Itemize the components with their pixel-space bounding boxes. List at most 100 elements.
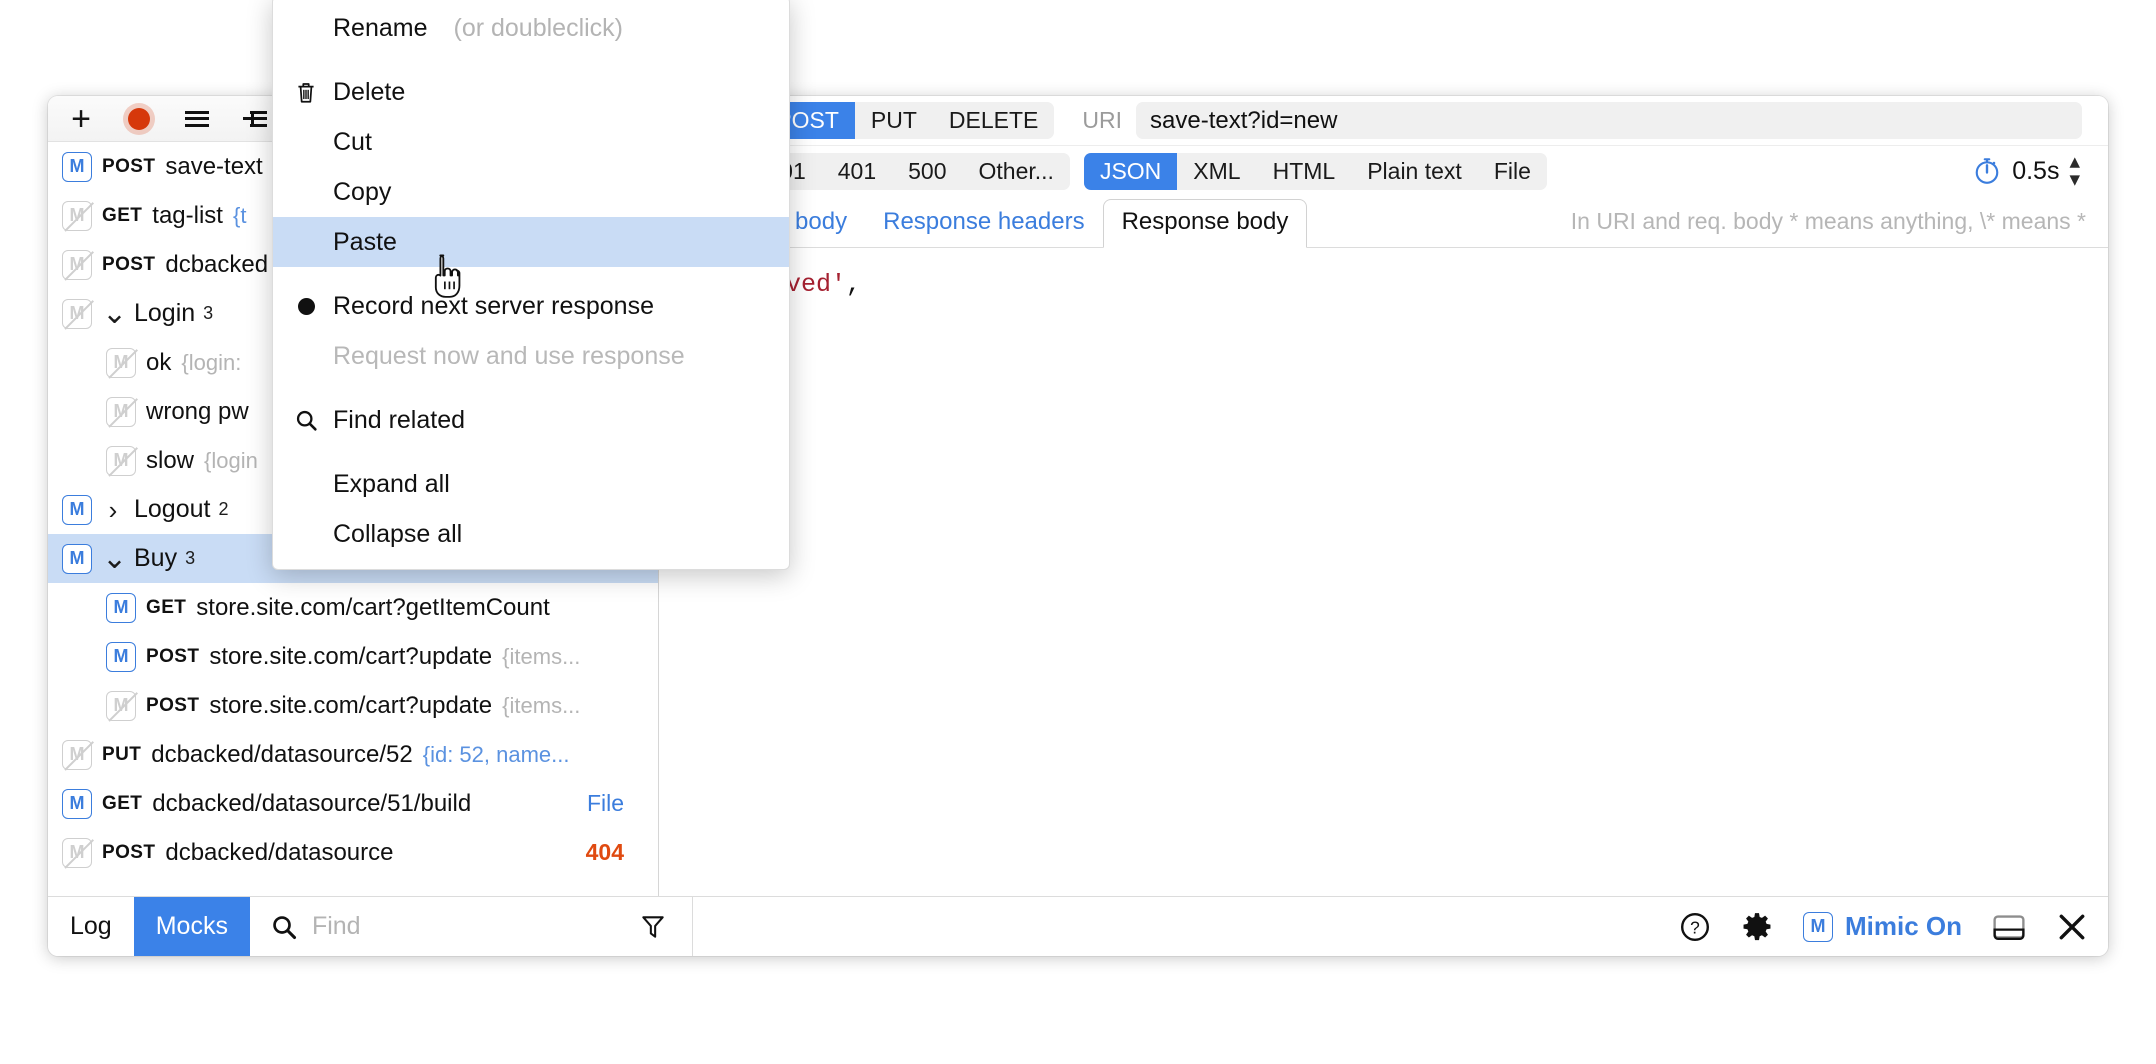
menu-item-find-related[interactable]: Find related [273, 395, 789, 445]
format-plain-text[interactable]: Plain text [1351, 153, 1478, 190]
status-bar-divider [691, 896, 693, 956]
menu-item-label: Collapse all [333, 519, 463, 548]
bottom-tab-log[interactable]: Log [48, 897, 134, 957]
mock-toggle-badge-icon[interactable]: M [106, 641, 136, 672]
flat-list-view-button[interactable] [182, 104, 212, 134]
row-http-method: POST [146, 694, 200, 716]
mock-toggle-badge-icon[interactable]: M [62, 788, 92, 819]
status-code-other[interactable]: Other... [963, 153, 1070, 190]
row-name: slow [146, 446, 195, 474]
tree-row[interactable]: M GET dcbacked/datasource/51/build File [48, 779, 658, 828]
tree-row[interactable]: M PUT dcbacked/datasource/52 {id: 52, name.… [48, 730, 658, 779]
gear-icon [1743, 912, 1771, 940]
status-bar-right: ? M Mimic On [1679, 911, 2088, 943]
bottom-tab-mocks[interactable]: Mocks [133, 896, 250, 956]
menu-item-rename[interactable]: Rename (or doubleclick) [273, 3, 789, 53]
tree-row[interactable]: M POST dcbacked/datasource 404 [48, 828, 658, 877]
format-file[interactable]: File [1478, 153, 1547, 190]
mock-toggle-badge-icon[interactable]: M [62, 200, 92, 231]
filter-button[interactable] [640, 913, 666, 941]
grouped-list-view-button[interactable] [240, 104, 270, 134]
filter-icon [642, 915, 664, 938]
tab-response-headers[interactable]: Response headers [865, 200, 1102, 247]
menu-item-paste[interactable]: Paste [273, 217, 789, 267]
format-json[interactable]: JSON [1083, 152, 1178, 190]
code-line: 542 [681, 304, 2086, 342]
context-menu[interactable]: Rename (or doubleclick) Delete Cut Copy Paste… [272, 0, 790, 570]
chevron-right-icon[interactable]: › [102, 497, 124, 523]
method-bar: GETPOSTPUTDELETE URI save-text?id=new [659, 96, 2108, 146]
add-mock-button[interactable]: + [66, 102, 96, 136]
mimic-label: Mimic On [1844, 911, 1962, 941]
menu-separator [273, 53, 789, 67]
tree-row[interactable]: M POST store.site.com/cart?update {items... [48, 681, 658, 730]
search-input[interactable] [311, 912, 592, 941]
bottom-tabs[interactable]: Log Mocks [48, 896, 250, 957]
mock-toggle-badge-icon[interactable]: M [62, 837, 92, 868]
method-delete[interactable]: DELETE [933, 102, 1054, 139]
mock-toggle-badge-icon[interactable]: M [106, 445, 136, 476]
mimic-toggle[interactable]: M Mimic On [1802, 911, 1962, 942]
response-body-editor[interactable]: us: 'saved', 542 [659, 248, 2108, 896]
row-body-preview: {id: 52, name... [422, 741, 570, 767]
mock-toggle-badge-icon[interactable]: M [106, 396, 136, 427]
format-html[interactable]: HTML [1257, 153, 1352, 190]
uri-input[interactable]: save-text?id=new [1136, 102, 2082, 139]
status-code-500[interactable]: 500 [892, 153, 962, 190]
settings-button[interactable] [1741, 911, 1773, 943]
row-http-method: POST [102, 253, 156, 275]
method-put[interactable]: PUT [855, 102, 933, 139]
minimize-button[interactable] [1992, 912, 2026, 942]
tree-row[interactable]: M GET store.site.com/cart?getItemCount [48, 583, 658, 632]
mock-toggle-badge-icon[interactable]: M [62, 298, 92, 329]
mock-toggle-badge-icon[interactable]: M [106, 592, 136, 623]
row-name: dcbacked/datasource/51/build [152, 789, 472, 817]
mock-toggle-badge-icon[interactable]: M [62, 739, 92, 770]
row-status-badge: File [586, 790, 624, 816]
row-name: store.site.com/cart?getItemCount [196, 593, 550, 621]
close-icon [2059, 914, 2085, 939]
find-box[interactable] [250, 897, 640, 957]
mock-toggle-badge-icon[interactable]: M [62, 543, 92, 574]
mock-toggle-badge-icon[interactable]: M [62, 494, 92, 525]
row-child-count: 2 [218, 499, 229, 519]
menu-separator [273, 445, 789, 459]
editor-tabs[interactable]: Request bodyResponse headersResponse bod… [659, 196, 2108, 248]
format-xml[interactable]: XML [1177, 153, 1256, 190]
menu-item-delete[interactable]: Delete [273, 67, 789, 117]
menu-item-collapse-all[interactable]: Collapse all [273, 509, 789, 559]
row-body-preview: {items... [502, 643, 581, 669]
tree-row[interactable]: M POST store.site.com/cart?update {items... [48, 632, 658, 681]
record-button[interactable] [124, 104, 154, 134]
mock-toggle-badge-icon[interactable]: M [106, 690, 136, 721]
row-name: wrong pw [146, 397, 249, 425]
menu-item-cut[interactable]: Cut [273, 117, 789, 167]
menu-item-label: Copy [333, 177, 392, 206]
mock-toggle-badge-icon[interactable]: M [106, 347, 136, 378]
row-name: dcbacked/datasource/52 [151, 740, 413, 768]
menu-item-expand-all[interactable]: Expand all [273, 459, 789, 509]
search-icon [291, 408, 321, 433]
help-icon: ? [1680, 912, 1709, 941]
row-http-method: GET [146, 596, 187, 618]
chevron-down-icon[interactable]: ⌄ [102, 298, 127, 328]
mock-toggle-badge-icon[interactable]: M [62, 151, 92, 182]
uri-label: URI [1082, 107, 1123, 133]
menu-item-label: Delete [333, 77, 406, 106]
menu-item-record-next-server-response[interactable]: Record next server response [273, 281, 789, 331]
menu-separator [273, 381, 789, 395]
menu-item-copy[interactable]: Copy [273, 167, 789, 217]
delay-stepper[interactable]: ▴ ▾ [2069, 151, 2080, 190]
chevron-down-icon[interactable]: ⌄ [102, 543, 127, 573]
body-format-selector[interactable]: JSON XML HTML Plain text File [1083, 152, 1547, 190]
record-dot-icon [128, 107, 150, 130]
help-button[interactable]: ? [1679, 911, 1711, 943]
dot-icon [291, 297, 321, 315]
row-name: dcbacked/datasource [165, 838, 394, 866]
tab-response-body[interactable]: Response body [1102, 199, 1308, 248]
response-delay-control[interactable]: 0.5s ▴ ▾ [1972, 151, 2086, 190]
search-icon [273, 915, 296, 939]
mock-toggle-badge-icon[interactable]: M [62, 249, 92, 280]
close-button[interactable] [2056, 911, 2088, 943]
status-code-401[interactable]: 401 [822, 153, 892, 190]
